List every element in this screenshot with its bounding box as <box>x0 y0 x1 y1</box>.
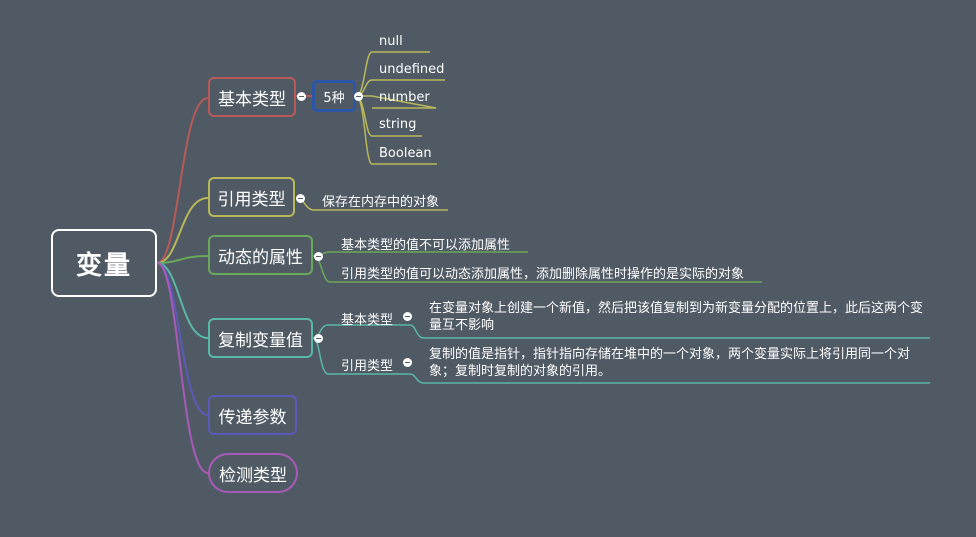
dynamic-props-note-basic[interactable]: 基本类型的值不可以添加属性 <box>341 234 510 253</box>
root-node[interactable]: 变量 <box>51 229 157 297</box>
node-five-kinds[interactable]: 5种 <box>312 80 356 112</box>
type-item-undefined[interactable]: undefined <box>379 62 444 77</box>
branch-reference-types <box>156 197 209 264</box>
node-five-kinds-label: 5种 <box>323 90 345 106</box>
collapse-toggle-copy-values[interactable] <box>314 334 323 343</box>
dynamic-props-note-reference[interactable]: 引用类型的值可以动态添加属性，添加删除属性时操作的是实际的对象 <box>341 263 744 282</box>
collapse-toggle-reference-types[interactable] <box>296 194 305 203</box>
type-item-boolean[interactable]: Boolean <box>379 146 432 161</box>
reference-types-note[interactable]: 保存在内存中的对象 <box>322 191 439 210</box>
type-item-null[interactable]: null <box>379 34 403 49</box>
node-detect-types[interactable]: 检测类型 <box>208 453 298 493</box>
branch-basic-types <box>156 97 209 264</box>
copy-basic-label[interactable]: 基本类型 <box>341 309 393 328</box>
node-dynamic-props-label: 动态的属性 <box>218 247 303 268</box>
copy-reference-label[interactable]: 引用类型 <box>341 355 393 374</box>
collapse-toggle-basic-types[interactable] <box>297 92 306 101</box>
node-detect-types-label: 检测类型 <box>219 465 287 486</box>
node-reference-types-label: 引用类型 <box>217 189 286 210</box>
node-pass-params[interactable]: 传递参数 <box>208 395 297 435</box>
node-basic-types-label: 基本类型 <box>218 89 286 110</box>
node-reference-types[interactable]: 引用类型 <box>208 177 295 217</box>
copy-basic-text[interactable]: 在变量对象上创建一个新值，然后把该值复制到为新变量分配的位置上，此后这两个变量互… <box>429 300 929 334</box>
node-copy-values-label: 复制变量值 <box>218 330 303 351</box>
collapse-toggle-copy-basic[interactable] <box>403 312 412 321</box>
root-label: 变量 <box>75 250 132 281</box>
branch-detect-types <box>156 262 209 474</box>
type-item-number[interactable]: number <box>379 90 430 105</box>
collapse-toggle-five-kinds[interactable] <box>354 92 363 101</box>
node-basic-types[interactable]: 基本类型 <box>208 77 296 117</box>
node-pass-params-label: 传递参数 <box>218 407 287 428</box>
type-item-string[interactable]: string <box>379 117 416 132</box>
node-copy-values[interactable]: 复制变量值 <box>208 318 313 358</box>
collapse-toggle-copy-reference[interactable] <box>403 358 412 367</box>
branch-pass-params <box>156 262 209 416</box>
copy-reference-text[interactable]: 复制的值是指针，指针指向存储在堆中的一个对象，两个变量实际上将引用同一个对象；复… <box>429 346 929 380</box>
node-dynamic-props[interactable]: 动态的属性 <box>208 235 313 275</box>
collapse-toggle-dynamic-props[interactable] <box>314 252 323 261</box>
